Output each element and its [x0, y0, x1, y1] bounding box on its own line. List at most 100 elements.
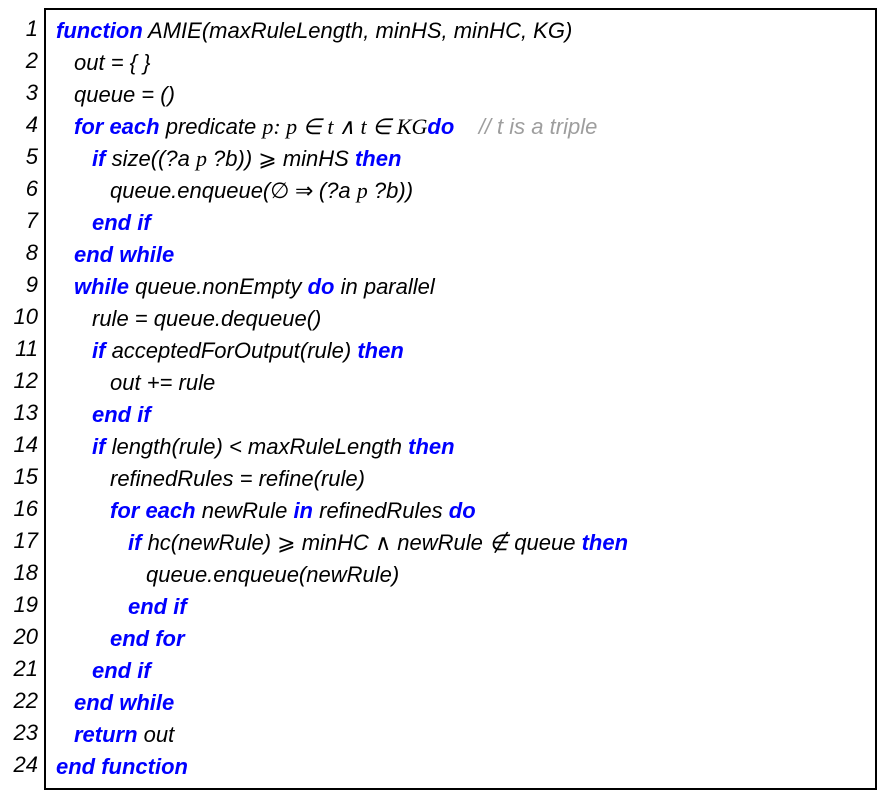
code-line: return out	[56, 719, 865, 751]
algorithm-box: 1 2 3 4 5 6 7 8 9 10 11 12 13 14 15 16 1…	[8, 8, 877, 790]
text-len-cond: length(rule) < maxRuleLength	[105, 434, 408, 459]
fn-signature: AMIE(maxRuleLength, minHS, minHC, KG)	[143, 18, 573, 43]
code-line: function AMIE(maxRuleLength, minHS, minH…	[56, 15, 865, 47]
text-notin: newRule ∉ queue	[391, 530, 581, 555]
code-line: out += rule	[56, 367, 865, 399]
line-number: 6	[8, 173, 38, 205]
stmt-queue-init: queue = ()	[74, 82, 175, 107]
text-enqueue: queue.enqueue(	[110, 178, 270, 203]
code-line: end if	[56, 591, 865, 623]
code-line: end if	[56, 207, 865, 239]
keyword-then: then	[357, 338, 403, 363]
text-accepted: acceptedForOutput(rule)	[105, 338, 357, 363]
line-number: 24	[8, 749, 38, 781]
line-number: 8	[8, 237, 38, 269]
keyword-while: while	[74, 274, 129, 299]
line-number: 14	[8, 429, 38, 461]
keyword-foreach: for each	[110, 498, 196, 523]
code-line: rule = queue.dequeue()	[56, 303, 865, 335]
text-newrule: newRule	[196, 498, 294, 523]
text-hc: hc(newRule)	[141, 530, 277, 555]
while-condition: queue.nonEmpty	[129, 274, 308, 299]
line-number: 11	[8, 333, 38, 365]
and-icon: ∧	[375, 530, 391, 555]
var-p: p	[262, 111, 273, 143]
keyword-endif: end if	[128, 594, 187, 619]
code-line: while queue.nonEmpty do in parallel	[56, 271, 865, 303]
text-refinedrules: refinedRules	[313, 498, 449, 523]
code-line: end while	[56, 239, 865, 271]
line-number-column: 1 2 3 4 5 6 7 8 9 10 11 12 13 14 15 16 1…	[8, 8, 44, 790]
code-line: for each predicate p : p ∈ t ∧ t ∈ KG do…	[56, 111, 865, 143]
stmt-refine: refinedRules = refine(rule)	[110, 466, 365, 491]
text-enqueue-b: (?a	[319, 178, 357, 203]
line-number: 13	[8, 397, 38, 429]
code-line: if acceptedForOutput(rule) then	[56, 335, 865, 367]
line-number: 19	[8, 589, 38, 621]
stmt-out-init: out = { }	[74, 50, 150, 75]
keyword-then: then	[355, 146, 401, 171]
keyword-do: do	[308, 274, 335, 299]
line-number: 22	[8, 685, 38, 717]
text-enqueue-c: ?b))	[368, 178, 413, 203]
line-number: 1	[8, 13, 38, 45]
line-number: 21	[8, 653, 38, 685]
code-line: out = { }	[56, 47, 865, 79]
text-minhs: minHS	[277, 146, 355, 171]
keyword-do: do	[449, 498, 476, 523]
keyword-endif: end if	[92, 210, 151, 235]
keyword-if: if	[92, 338, 105, 363]
line-number: 3	[8, 77, 38, 109]
line-number: 16	[8, 493, 38, 525]
line-number: 15	[8, 461, 38, 493]
text-size-open: size((?a	[105, 146, 195, 171]
emptyset-icon: ∅	[270, 178, 289, 203]
line-number: 20	[8, 621, 38, 653]
keyword-endif: end if	[92, 402, 151, 427]
code-line: if length(rule) < maxRuleLength then	[56, 431, 865, 463]
for-condition: : p ∈ t ∧ t ∈ KG	[273, 111, 427, 143]
text-return-out: out	[138, 722, 175, 747]
keyword-endif: end if	[92, 658, 151, 683]
line-number: 9	[8, 269, 38, 301]
keyword-if: if	[92, 434, 105, 459]
implies-icon: ⇒	[289, 178, 318, 203]
ge-icon: ⩾	[277, 530, 295, 555]
code-line: end function	[56, 751, 865, 783]
line-number: 7	[8, 205, 38, 237]
line-number: 18	[8, 557, 38, 589]
keyword-do: do	[427, 114, 454, 139]
stmt-dequeue: rule = queue.dequeue()	[92, 306, 321, 331]
keyword-endwhile: end while	[74, 242, 174, 267]
code-line: queue.enqueue(newRule)	[56, 559, 865, 591]
line-number: 4	[8, 109, 38, 141]
line-number: 5	[8, 141, 38, 173]
keyword-if: if	[128, 530, 141, 555]
code-line: queue.enqueue(∅ ⇒ (?a p ?b))	[56, 175, 865, 207]
code-line: if hc(newRule) ⩾ minHC ∧ newRule ∉ queue…	[56, 527, 865, 559]
line-number: 12	[8, 365, 38, 397]
code-line: end if	[56, 399, 865, 431]
code-line: end if	[56, 655, 865, 687]
var-p: p	[196, 143, 207, 175]
comment-triple: // t is a triple	[479, 114, 598, 139]
line-number: 10	[8, 301, 38, 333]
stmt-out-add: out += rule	[110, 370, 215, 395]
keyword-if: if	[92, 146, 105, 171]
code-line: end while	[56, 687, 865, 719]
line-number: 2	[8, 45, 38, 77]
keyword-in: in	[293, 498, 313, 523]
keyword-then: then	[582, 530, 628, 555]
text-predicate: predicate	[160, 114, 263, 139]
code-line: if size((?a p ?b)) ⩾ minHS then	[56, 143, 865, 175]
code-line: for each newRule in refinedRules do	[56, 495, 865, 527]
text-in-parallel: in parallel	[334, 274, 434, 299]
stmt-enqueue-newrule: queue.enqueue(newRule)	[146, 562, 399, 587]
code-line: end for	[56, 623, 865, 655]
keyword-return: return	[74, 722, 138, 747]
var-p: p	[357, 175, 368, 207]
code-column: function AMIE(maxRuleLength, minHS, minH…	[44, 8, 877, 790]
text-size-close: ?b))	[207, 146, 258, 171]
code-line: refinedRules = refine(rule)	[56, 463, 865, 495]
line-number: 23	[8, 717, 38, 749]
